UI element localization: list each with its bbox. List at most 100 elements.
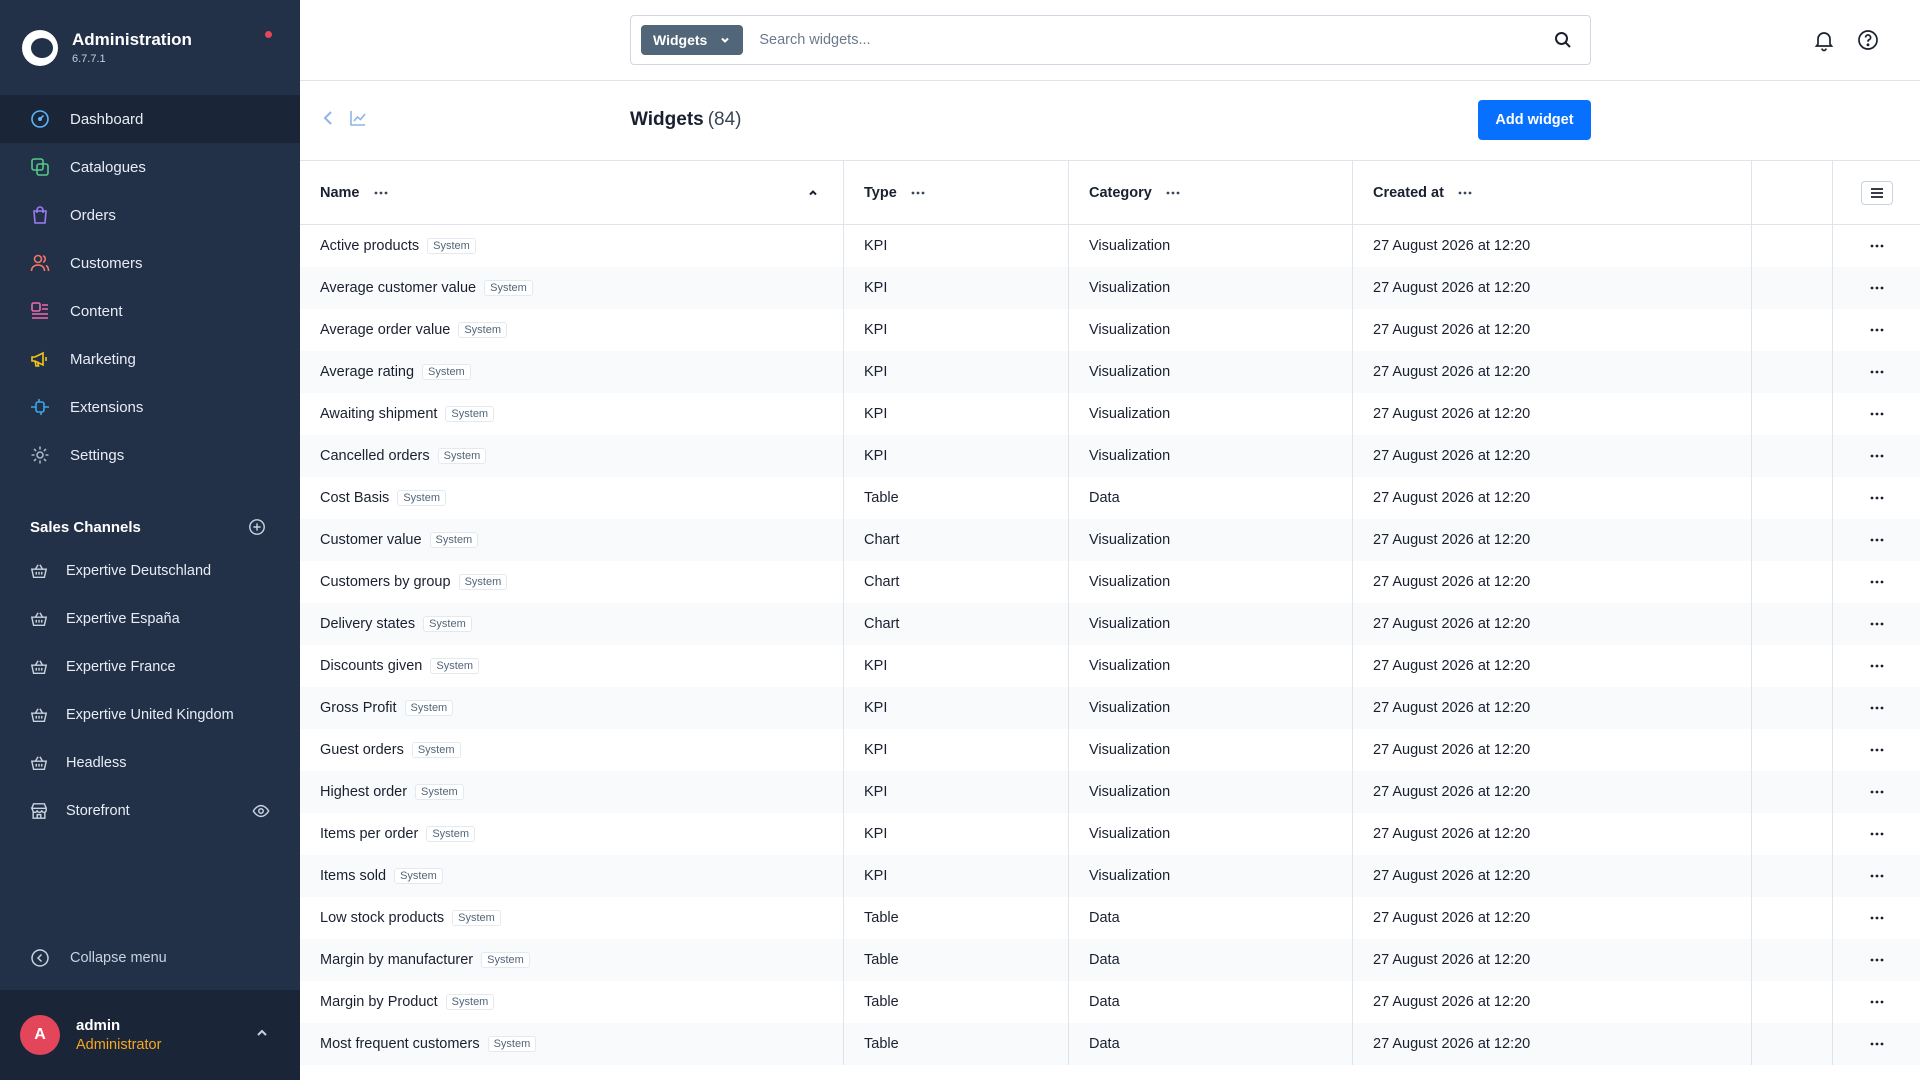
widget-name[interactable]: Awaiting shipment bbox=[320, 406, 437, 422]
widget-name[interactable]: Customers by group bbox=[320, 574, 451, 590]
brand[interactable]: Administration 6.7.7.1 bbox=[0, 0, 300, 95]
table-row[interactable]: Average customer value System KPI Visualiza… bbox=[300, 267, 1920, 309]
more-dots-icon[interactable] bbox=[374, 191, 388, 195]
nav-item-marketing[interactable]: Marketing bbox=[0, 335, 300, 383]
sales-channel-item[interactable]: Expertive United Kingdom bbox=[0, 691, 300, 739]
sales-channel-item[interactable]: Headless bbox=[0, 739, 300, 787]
widget-name[interactable]: Low stock products bbox=[320, 910, 444, 926]
table-row[interactable]: Items sold System KPI Visualization 27 Augus… bbox=[300, 855, 1920, 897]
row-actions-button[interactable] bbox=[1833, 687, 1920, 729]
table-row[interactable]: Low stock products System Table Data 27 Augu… bbox=[300, 897, 1920, 939]
row-actions-button[interactable] bbox=[1833, 1023, 1920, 1065]
row-actions-button[interactable] bbox=[1833, 477, 1920, 519]
row-actions-button[interactable] bbox=[1833, 435, 1920, 477]
add-circle-icon[interactable] bbox=[248, 518, 266, 536]
column-header-type[interactable]: Type bbox=[844, 161, 1069, 224]
row-actions-button[interactable] bbox=[1833, 771, 1920, 813]
widget-name[interactable]: Cost Basis bbox=[320, 490, 389, 506]
row-actions-button[interactable] bbox=[1833, 561, 1920, 603]
row-actions-button[interactable] bbox=[1833, 897, 1920, 939]
widget-name[interactable]: Items per order bbox=[320, 826, 418, 842]
widget-name[interactable]: Margin by Product bbox=[320, 994, 438, 1010]
widget-name[interactable]: Active products bbox=[320, 238, 419, 254]
table-row[interactable]: Average rating System KPI Visualization 27 A… bbox=[300, 351, 1920, 393]
sales-channel-item[interactable]: Expertive Deutschland bbox=[0, 547, 300, 595]
row-actions-button[interactable] bbox=[1833, 855, 1920, 897]
user-menu[interactable]: A admin Administrator bbox=[0, 990, 300, 1080]
row-actions-button[interactable] bbox=[1833, 393, 1920, 435]
widget-name[interactable]: Margin by manufacturer bbox=[320, 952, 473, 968]
widget-name[interactable]: Guest orders bbox=[320, 742, 404, 758]
sales-channel-item[interactable]: Expertive France bbox=[0, 643, 300, 691]
nav-item-orders[interactable]: Orders bbox=[0, 191, 300, 239]
table-row[interactable]: Highest order System KPI Visualization 27 Au… bbox=[300, 771, 1920, 813]
chart-line-icon[interactable] bbox=[349, 109, 367, 127]
table-row[interactable]: Cancelled orders System KPI Visualization 27… bbox=[300, 435, 1920, 477]
widget-name[interactable]: Gross Profit bbox=[320, 700, 397, 716]
row-actions-button[interactable] bbox=[1833, 267, 1920, 309]
widget-name[interactable]: Average customer value bbox=[320, 280, 476, 296]
widget-name[interactable]: Delivery states bbox=[320, 616, 415, 632]
back-arrow-icon[interactable] bbox=[320, 109, 338, 127]
widget-name[interactable]: Most frequent customers bbox=[320, 1036, 480, 1052]
row-actions-button[interactable] bbox=[1833, 519, 1920, 561]
widget-name[interactable]: Discounts given bbox=[320, 658, 422, 674]
table-row[interactable]: Margin by manufacturer System Table Data 27 … bbox=[300, 939, 1920, 981]
nav-item-settings[interactable]: Settings bbox=[0, 431, 300, 479]
search-type-dropdown[interactable]: Widgets bbox=[641, 25, 744, 55]
row-actions-button[interactable] bbox=[1833, 351, 1920, 393]
column-header-created[interactable]: Created at bbox=[1353, 161, 1752, 224]
collapse-menu-button[interactable]: Collapse menu bbox=[0, 936, 300, 980]
widget-name[interactable]: Average order value bbox=[320, 322, 450, 338]
add-widget-button[interactable]: Add widget bbox=[1478, 100, 1591, 140]
row-actions-button[interactable] bbox=[1833, 813, 1920, 855]
sales-channel-item[interactable]: Expertive España bbox=[0, 595, 300, 643]
row-actions-button[interactable] bbox=[1833, 981, 1920, 1023]
nav-item-customers[interactable]: Customers bbox=[0, 239, 300, 287]
table-row[interactable]: Delivery states System Chart Visualization 2… bbox=[300, 603, 1920, 645]
widget-name[interactable]: Items sold bbox=[320, 868, 386, 884]
more-dots-icon[interactable] bbox=[1458, 191, 1472, 195]
search-icon[interactable] bbox=[1552, 29, 1574, 51]
widget-name[interactable]: Average rating bbox=[320, 364, 414, 380]
table-row[interactable]: Customer value System Chart Visualization 27… bbox=[300, 519, 1920, 561]
column-header-name[interactable]: Name bbox=[300, 161, 844, 224]
table-row[interactable]: Gross Profit System KPI Visualization 27 Aug… bbox=[300, 687, 1920, 729]
table-row[interactable]: Margin by Product System Table Data 27 Augus… bbox=[300, 981, 1920, 1023]
bell-icon[interactable] bbox=[1812, 28, 1836, 52]
row-actions-button[interactable] bbox=[1833, 225, 1920, 267]
cell-name: Items per order System bbox=[300, 813, 844, 855]
row-actions-button[interactable] bbox=[1833, 603, 1920, 645]
more-dots-icon[interactable] bbox=[911, 191, 925, 195]
table-row[interactable]: Cost Basis System Table Data 27 August 2026 … bbox=[300, 477, 1920, 519]
sort-ascending-icon[interactable] bbox=[807, 187, 819, 199]
cell-spacer bbox=[1752, 981, 1833, 1023]
nav-item-extensions[interactable]: Extensions bbox=[0, 383, 300, 431]
widget-name[interactable]: Customer value bbox=[320, 532, 422, 548]
nav-item-dashboard[interactable]: Dashboard bbox=[0, 95, 300, 143]
row-actions-button[interactable] bbox=[1833, 939, 1920, 981]
table-row[interactable]: Guest orders System KPI Visualization 27 Aug… bbox=[300, 729, 1920, 771]
column-header-category[interactable]: Category bbox=[1069, 161, 1353, 224]
widget-name[interactable]: Cancelled orders bbox=[320, 448, 430, 464]
help-icon[interactable] bbox=[1856, 28, 1880, 52]
table-row[interactable]: Customers by group System Chart Visualizati… bbox=[300, 561, 1920, 603]
more-dots-icon[interactable] bbox=[1166, 191, 1180, 195]
table-row[interactable]: Average order value System KPI Visualizatio… bbox=[300, 309, 1920, 351]
eye-icon[interactable] bbox=[252, 802, 270, 820]
grid-settings-button[interactable] bbox=[1860, 180, 1893, 205]
search-input[interactable] bbox=[759, 32, 1552, 48]
table-row[interactable]: Awaiting shipment System KPI Visualization 2… bbox=[300, 393, 1920, 435]
chevron-up-icon[interactable] bbox=[254, 1025, 270, 1041]
row-actions-button[interactable] bbox=[1833, 309, 1920, 351]
row-actions-button[interactable] bbox=[1833, 729, 1920, 771]
table-row[interactable]: Items per order System KPI Visualization 27 … bbox=[300, 813, 1920, 855]
sales-channel-item[interactable]: Storefront bbox=[0, 787, 300, 835]
nav-item-content[interactable]: Content bbox=[0, 287, 300, 335]
table-row[interactable]: Active products System KPI Visualization 27 … bbox=[300, 225, 1920, 267]
row-actions-button[interactable] bbox=[1833, 645, 1920, 687]
widget-name[interactable]: Highest order bbox=[320, 784, 407, 800]
table-row[interactable]: Discounts given System KPI Visualization 27 … bbox=[300, 645, 1920, 687]
table-row[interactable]: Most frequent customers System Table Data 27… bbox=[300, 1023, 1920, 1065]
nav-item-catalogues[interactable]: Catalogues bbox=[0, 143, 300, 191]
